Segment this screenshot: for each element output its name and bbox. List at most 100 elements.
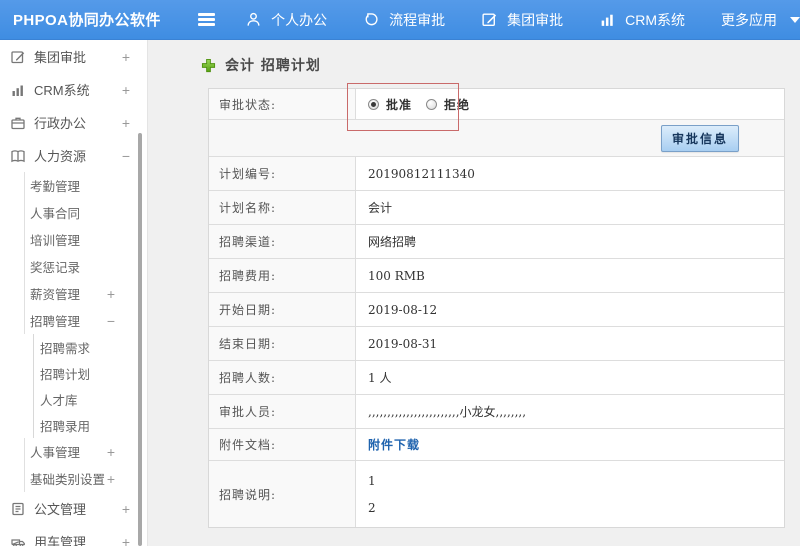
attachment-download-link[interactable]: 附件下载 bbox=[368, 436, 420, 453]
sidebar: 集团审批 + CRM系统 + 行政办公 + 人力资源 − 考勤管理人事合同培训管理奖惩记录薪资管… bbox=[0, 40, 148, 546]
sidebar-item-human-resources[interactable]: 人力资源 − bbox=[0, 139, 147, 172]
sidebar-item-label: 用车管理 bbox=[34, 535, 87, 546]
radio-reject[interactable] bbox=[426, 98, 438, 110]
expand-plus-icon[interactable]: + bbox=[122, 502, 130, 516]
topbar-item-group-approval[interactable]: 集团审批 bbox=[481, 10, 563, 30]
expand-plus-icon[interactable]: + bbox=[122, 50, 130, 64]
expand-plus-icon[interactable]: + bbox=[107, 445, 115, 459]
document-icon bbox=[10, 501, 26, 517]
recruit-plan-form: 审批状态: 批准 拒绝 审批信息 计划编号: 20190812111340 计划名称: 会计招… bbox=[208, 88, 785, 528]
sidebar-item-label: 招聘录用 bbox=[40, 419, 91, 434]
start-date-row: 开始日期: 2019-08-12 bbox=[209, 292, 784, 326]
collapse-minus-icon[interactable]: − bbox=[107, 314, 115, 328]
sidebar-item-label: 人事管理 bbox=[30, 446, 81, 460]
expand-plus-icon[interactable]: + bbox=[122, 116, 130, 130]
form-label: 附件文档: bbox=[209, 429, 356, 460]
sidebar-item-recruit-plan[interactable]: 招聘计划 bbox=[0, 360, 147, 386]
plan-no-row: 计划编号: 20190812111340 bbox=[209, 156, 784, 190]
sidebar-item-reward-punishment[interactable]: 奖惩记录 bbox=[0, 253, 147, 280]
app-logo: PHPOA协同办公软件 bbox=[13, 12, 161, 29]
sidebar-item-hr-contract[interactable]: 人事合同 bbox=[0, 199, 147, 226]
description-line: 2 bbox=[368, 500, 376, 515]
radio-option-label: 拒绝 bbox=[444, 97, 471, 112]
expand-plus-icon[interactable]: + bbox=[107, 287, 115, 301]
sidebar-item-personnel-mgmt[interactable]: 人事管理 + bbox=[0, 438, 147, 465]
approvers-row: 审批人员: ,,,,,,,,,,,,,,,,,,,,,,,,小龙女,,,,,,,, bbox=[209, 394, 784, 428]
sidebar-item-label: 人才库 bbox=[40, 393, 78, 408]
form-label: 招聘说明: bbox=[209, 461, 356, 527]
sidebar-item-recruit-demand[interactable]: 招聘需求 bbox=[0, 334, 147, 360]
topbar-item-label: 更多应用 bbox=[720, 11, 777, 28]
sidebar-item-vehicle-mgmt[interactable]: 用车管理 + bbox=[0, 525, 147, 546]
sidebar-item-label: 人力资源 bbox=[34, 149, 87, 164]
topbar-item-crm-system[interactable]: CRM系统 bbox=[599, 10, 685, 30]
description-line: 1 bbox=[368, 473, 376, 488]
attachment-row: 附件文档: 附件下载 bbox=[209, 428, 784, 460]
form-label: 招聘渠道: bbox=[209, 225, 356, 258]
sidebar-item-salary-mgmt[interactable]: 薪资管理 + bbox=[0, 280, 147, 307]
sidebar-item-base-category-settings[interactable]: 基础类别设置 + bbox=[0, 465, 147, 492]
topbar-item-label: CRM系统 bbox=[625, 11, 685, 28]
radio-approve[interactable] bbox=[368, 98, 379, 110]
sidebar-item-training-mgmt[interactable]: 培训管理 bbox=[0, 226, 147, 253]
form-value: 100 RMB bbox=[368, 268, 425, 283]
form-label: 招聘人数: bbox=[209, 361, 356, 394]
briefcase-icon bbox=[10, 115, 26, 131]
sidebar-item-group-approval[interactable]: 集团审批 + bbox=[0, 40, 147, 73]
main-content: 会计 招聘计划 审批状态: 批准 拒绝 审批信息 计划编号: 20190812111340… bbox=[149, 40, 800, 546]
topbar-item-process-approval[interactable]: 流程审批 bbox=[363, 10, 445, 30]
sidebar-item-label: 奖惩记录 bbox=[30, 261, 81, 275]
edit-square-icon bbox=[481, 11, 498, 28]
recruit-cost-row: 招聘费用: 100 RMB bbox=[209, 258, 784, 292]
sidebar-item-attendance-mgmt[interactable]: 考勤管理 bbox=[0, 172, 147, 199]
form-value: 网络招聘 bbox=[368, 235, 417, 249]
approval-info-button[interactable]: 审批信息 bbox=[660, 124, 739, 152]
sidebar-item-recruit-hiring[interactable]: 招聘录用 bbox=[0, 412, 147, 438]
sidebar-item-talent-pool[interactable]: 人才库 bbox=[0, 386, 147, 412]
topbar-item-more-apps[interactable]: 更多应用 bbox=[721, 10, 800, 30]
collapse-minus-icon[interactable]: − bbox=[122, 149, 130, 163]
form-value: ,,,,,,,,,,,,,,,,,,,,,,,,小龙女,,,,,,,, bbox=[368, 405, 527, 419]
hamburger-menu-icon[interactable] bbox=[197, 13, 216, 26]
expand-plus-icon[interactable]: + bbox=[122, 535, 130, 546]
sidebar-item-label: 行政办公 bbox=[34, 116, 87, 131]
sidebar-item-label: 人事合同 bbox=[30, 207, 81, 221]
sidebar-item-label: 公文管理 bbox=[34, 502, 87, 517]
headcount-row: 招聘人数: 1 人 bbox=[209, 360, 784, 394]
add-plus-icon[interactable] bbox=[201, 58, 216, 73]
sidebar-item-label: CRM系统 bbox=[34, 83, 90, 98]
page-header: 会计 招聘计划 bbox=[201, 55, 321, 75]
sidebar-item-official-doc-mgmt[interactable]: 公文管理 + bbox=[0, 492, 147, 525]
plan-name-row: 计划名称: 会计 bbox=[209, 190, 784, 224]
form-label: 计划编号: bbox=[209, 157, 356, 190]
sidebar-menu: 集团审批 + CRM系统 + 行政办公 + 人力资源 − 考勤管理人事合同培训管理奖惩记录薪资管… bbox=[0, 40, 147, 546]
form-value: 12 bbox=[356, 461, 784, 527]
approval-info-row: 审批信息 bbox=[209, 119, 784, 156]
sidebar-item-recruit-mgmt[interactable]: 招聘管理 − bbox=[0, 307, 147, 334]
sidebar-scrollbar[interactable] bbox=[138, 133, 142, 546]
form-label: 开始日期: bbox=[209, 293, 356, 326]
end-date-row: 结束日期: 2019-08-31 bbox=[209, 326, 784, 360]
book-icon bbox=[10, 148, 26, 164]
sidebar-item-label: 招聘管理 bbox=[30, 315, 81, 329]
recruit-channel-row: 招聘渠道: 网络招聘 bbox=[209, 224, 784, 258]
topbar: PHPOA协同办公软件 个人办公 流程审批 集团审批 CRM系统 更多应用 bbox=[0, 0, 800, 40]
person-icon bbox=[245, 11, 262, 28]
bar-chart-icon bbox=[599, 11, 616, 28]
topbar-nav: 个人办公 流程审批 集团审批 CRM系统 更多应用 bbox=[245, 10, 800, 30]
expand-plus-icon[interactable]: + bbox=[107, 472, 115, 486]
form-label: 审批人员: bbox=[209, 395, 356, 428]
status-row: 审批状态: 批准 拒绝 bbox=[209, 89, 784, 119]
sidebar-item-admin-office[interactable]: 行政办公 + bbox=[0, 106, 147, 139]
form-value: 批准 拒绝 bbox=[356, 89, 784, 119]
radio-option-label: 批准 bbox=[386, 97, 413, 112]
form-value: 附件下载 bbox=[356, 429, 784, 460]
sidebar-item-crm-system[interactable]: CRM系统 + bbox=[0, 73, 147, 106]
topbar-item-personal-office[interactable]: 个人办公 bbox=[245, 10, 327, 30]
flow-approval-icon bbox=[363, 11, 380, 28]
form-value: 2019-08-12 bbox=[368, 302, 438, 317]
expand-plus-icon[interactable]: + bbox=[122, 83, 130, 97]
form-label: 结束日期: bbox=[209, 327, 356, 360]
sidebar-item-label: 考勤管理 bbox=[30, 180, 81, 194]
approval-status-radio-group: 批准 拒绝 bbox=[368, 96, 484, 113]
